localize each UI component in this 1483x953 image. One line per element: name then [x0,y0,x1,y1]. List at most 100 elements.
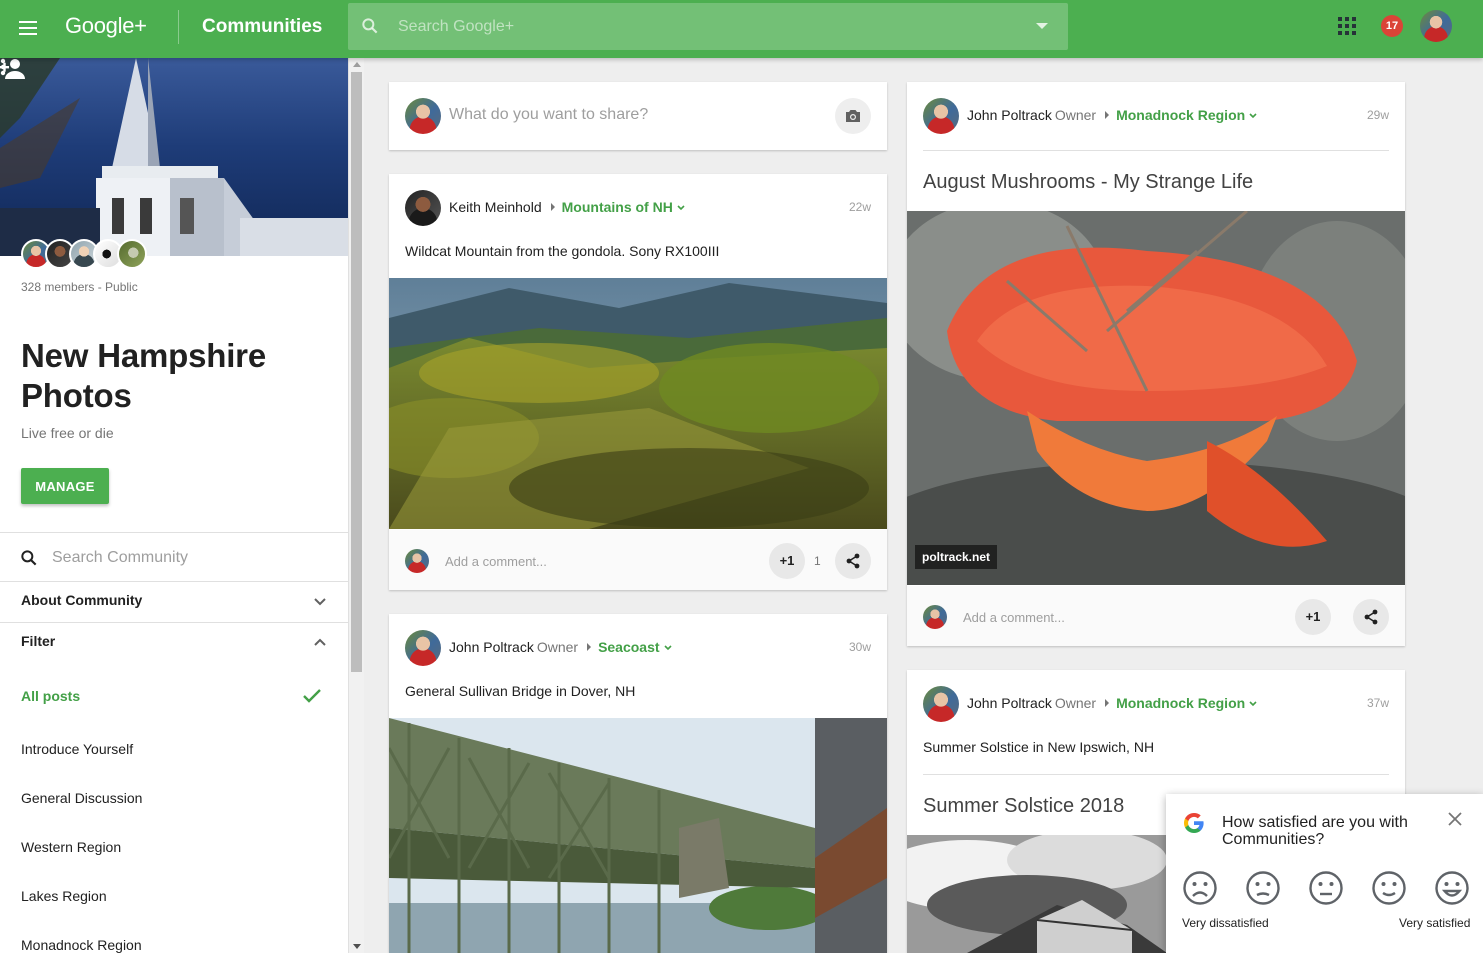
post-category[interactable]: Seacoast [598,639,659,655]
post-link-title[interactable]: August Mushrooms - My Strange Life [923,171,1253,194]
filter-item-introduce-yourself[interactable]: Introduce Yourself [21,741,321,757]
plus-one-button[interactable]: +1 [1295,599,1331,635]
share-button[interactable] [1353,599,1389,635]
post-card: John Poltrack Owner Monadnock Region 29w A… [907,82,1405,646]
about-community-toggle[interactable]: About Community [0,581,348,621]
user-avatar [405,98,441,134]
chevron-up-icon [314,638,326,646]
post-card: John Poltrack Owner Seacoast 30w General S… [389,614,887,953]
scrollbar-thumb[interactable] [351,72,362,672]
manage-button[interactable]: MANAGE [21,468,109,504]
filter-item-western-region[interactable]: Western Region [21,839,321,855]
share-prompt-input[interactable]: What do you want to share? [449,106,648,124]
satisfaction-survey: How satisfied are you with Communities? … [1166,794,1483,953]
filter-item-all-posts[interactable]: All posts [21,688,321,704]
survey-low-label: Very dissatisfied [1182,916,1269,930]
community-cover-photo [0,58,348,256]
divider [0,532,348,533]
author-name[interactable]: John Poltrack [967,107,1052,123]
post-timestamp[interactable]: 30w [849,640,871,654]
chevron-down-icon[interactable] [676,203,686,213]
filter-label: Filter [21,633,56,649]
post-author-line: John Poltrack Owner Monadnock Region [967,107,1258,123]
google-g-logo-icon [1184,813,1204,833]
add-comment-input[interactable]: Add a comment... [445,554,547,569]
author-name[interactable]: John Poltrack [967,695,1052,711]
author-avatar[interactable] [405,630,441,666]
topbar-divider [178,10,179,44]
chevron-down-icon[interactable] [663,643,673,653]
search-options-chevron-icon[interactable] [1036,23,1048,29]
camera-icon [846,110,860,122]
divider [923,150,1389,151]
author-name[interactable]: John Poltrack [449,639,534,655]
post-category[interactable]: Monadnock Region [1116,695,1245,711]
scroll-up-arrow-icon[interactable] [353,62,361,67]
post-link-title[interactable]: Summer Solstice 2018 [923,795,1124,818]
neutral-face-icon[interactable] [1308,870,1344,906]
post-timestamp[interactable]: 37w [1367,696,1389,710]
filter-item-monadnock-region[interactable]: Monadnock Region [21,937,321,953]
search-icon [21,550,37,566]
satisfied-face-icon[interactable] [1371,870,1407,906]
global-search-input[interactable] [398,3,1018,50]
post-category[interactable]: Monadnock Region [1116,107,1245,123]
more-options-icon[interactable] [0,58,6,76]
author-avatar[interactable] [405,190,441,226]
post-photo[interactable]: poltrack.net [907,211,1405,585]
member-avatar [117,239,147,269]
share-icon [1364,609,1378,625]
arrow-right-icon [587,643,592,651]
check-icon [303,689,321,703]
member-avatar-stack[interactable] [21,239,147,269]
google-plus-logo[interactable]: Google+ [65,13,147,39]
post-category[interactable]: Mountains of NH [562,199,673,215]
very-dissatisfied-face-icon[interactable] [1182,870,1218,906]
apps-grid-icon[interactable] [1338,17,1356,35]
sidebar-scrollbar[interactable] [348,58,364,953]
post-timestamp[interactable]: 29w [1367,108,1389,122]
plus-one-count[interactable]: 1 [814,554,821,568]
user-avatar [923,605,947,629]
chevron-down-icon[interactable] [1248,111,1258,121]
share-button[interactable] [835,543,871,579]
filter-item-lakes-region[interactable]: Lakes Region [21,888,321,904]
author-avatar[interactable] [923,686,959,722]
author-avatar[interactable] [923,98,959,134]
community-search-input[interactable] [52,544,322,572]
chevron-down-icon [314,598,326,606]
main-menu-icon[interactable] [14,17,42,41]
post-photo[interactable] [389,718,887,953]
global-search [348,3,1068,50]
post-author-line: John Poltrack Owner Monadnock Region [967,695,1258,711]
post-text: General Sullivan Bridge in Dover, NH [405,683,636,699]
post-author-line: Keith Meinhold Mountains of NH [449,199,686,215]
filter-toggle[interactable]: Filter [0,622,348,662]
very-satisfied-face-icon[interactable] [1434,870,1470,906]
plus-one-button[interactable]: +1 [769,543,805,579]
arrow-right-icon [550,203,555,211]
dissatisfied-face-icon[interactable] [1245,870,1281,906]
post-timestamp[interactable]: 22w [849,200,871,214]
post-photo[interactable] [389,278,887,529]
members-count[interactable]: 328 members - Public [21,280,138,294]
filter-item-general-discussion[interactable]: General Discussion [21,790,321,806]
community-sidebar: 328 members - Public New Hampshire Photo… [0,58,348,953]
add-comment-input[interactable]: Add a comment... [963,610,1065,625]
chevron-down-icon[interactable] [1248,699,1258,709]
close-icon[interactable] [1448,812,1462,826]
scroll-down-arrow-icon[interactable] [353,944,361,949]
author-role: Owner [1054,107,1097,123]
author-name[interactable]: Keith Meinhold [449,199,542,215]
section-title[interactable]: Communities [202,16,322,38]
share-icon [846,553,860,569]
search-icon [362,18,378,34]
add-photo-button[interactable] [835,98,871,134]
post-card: Keith Meinhold Mountains of NH 22w Wildca… [389,174,887,590]
church-steeple-illustration [0,58,348,256]
user-avatar [405,549,429,573]
account-avatar[interactable] [1420,10,1452,42]
about-community-label: About Community [21,592,143,608]
top-app-bar: Google+ Communities 17 [0,0,1483,58]
notifications-badge[interactable]: 17 [1381,15,1403,37]
